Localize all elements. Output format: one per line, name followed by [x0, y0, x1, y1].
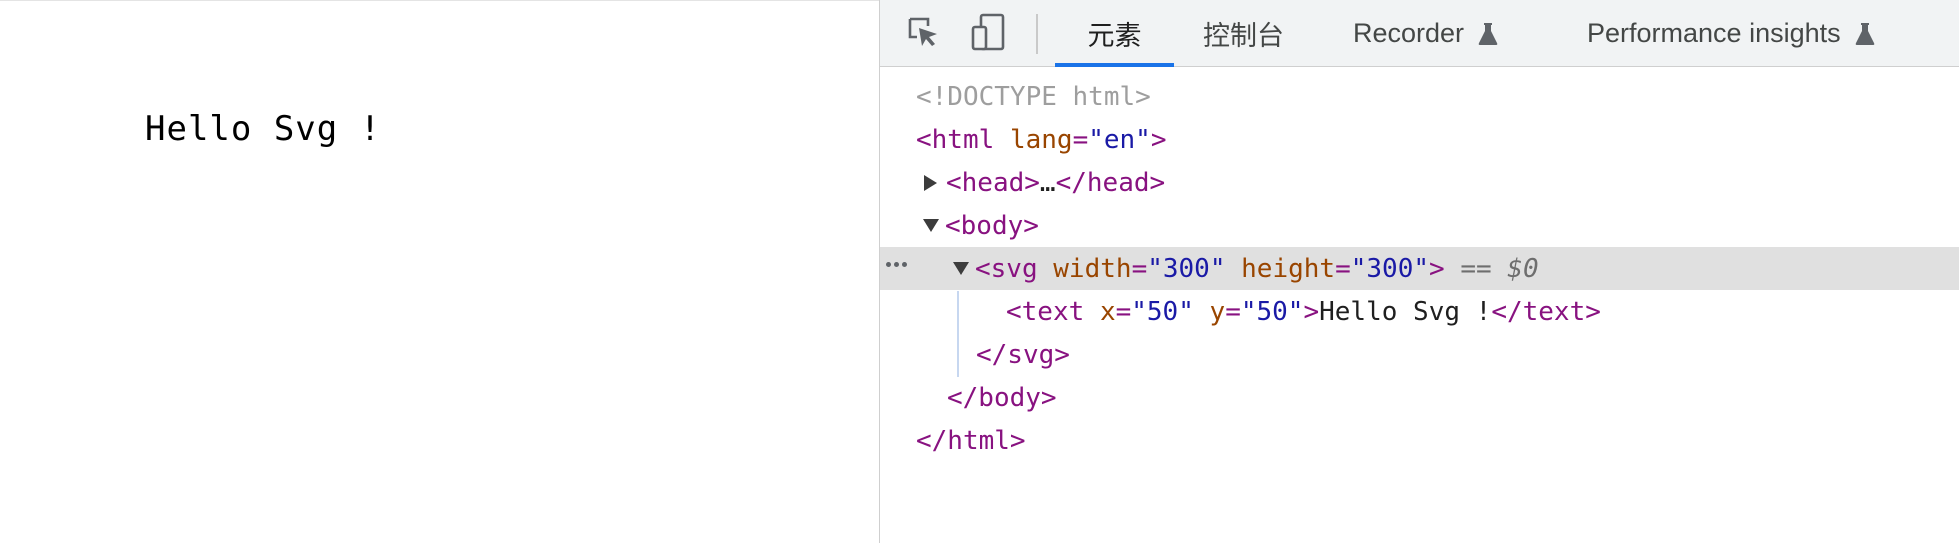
svg-width-value: "300" [1147, 253, 1226, 284]
head-open-tag: <head> [946, 167, 1040, 198]
text-close-tag: </text> [1491, 296, 1601, 327]
equals-sign: = [1072, 124, 1089, 155]
text-open-tag: <text [1006, 296, 1085, 327]
tree-node-doctype[interactable]: <!DOCTYPE html> [880, 75, 1959, 118]
equals-sign: = [1115, 296, 1132, 327]
html-attr-value: "en" [1088, 124, 1151, 155]
head-close-tag: </head> [1055, 167, 1166, 198]
tab-performance-insights[interactable]: Performance insights [1587, 0, 1875, 67]
tab-console-label: 控制台 [1203, 21, 1284, 51]
devtools-toolbar: 元素 控制台 Recorder Performance insights [880, 0, 1959, 67]
inspect-element-button[interactable] [902, 14, 944, 54]
flask-icon [1478, 22, 1498, 46]
equals-sign: = [1131, 253, 1148, 284]
expand-triangle-icon[interactable] [924, 174, 937, 191]
tree-node-text[interactable]: <text x = "50" y = "50" > Hello Svg ! </text> [880, 290, 1959, 333]
device-toolbar-button[interactable] [967, 13, 1009, 55]
html-bracket: > [1150, 124, 1167, 155]
html-attr-name: lang [1009, 124, 1073, 155]
elements-tree: <!DOCTYPE html> <html lang = "en" > <head>…… [880, 67, 1959, 543]
browser-window: Hello Svg ! 元素 控制台 Recorder Performance … [0, 0, 1959, 543]
collapse-triangle-icon[interactable] [923, 219, 939, 232]
head-ellipsis: … [1039, 167, 1056, 198]
flask-icon [1855, 22, 1875, 46]
doctype-text: <!DOCTYPE html> [916, 81, 1151, 112]
tree-node-svg-close[interactable]: </svg> [880, 333, 1959, 376]
html-open-tag: <html [916, 124, 995, 155]
selected-node-marker: == $0 [1460, 253, 1539, 284]
body-close-tag: </body> [947, 382, 1057, 413]
collapse-triangle-icon[interactable] [953, 262, 969, 275]
devtools-panel: 元素 控制台 Recorder Performance insights <!D… [879, 0, 1959, 543]
svg-height-value: "300" [1350, 253, 1430, 284]
text-y-value: "50" [1240, 296, 1304, 327]
text-x-value: "50" [1131, 296, 1194, 327]
tab-elements[interactable]: 元素 [1055, 0, 1174, 67]
tab-elements-label: 元素 [1087, 21, 1142, 51]
svg-width-attr: width [1053, 253, 1132, 284]
tree-node-svg-selected[interactable]: <svg width = "300" height = "300" > == $0 [880, 247, 1959, 290]
equals-sign: = [1335, 253, 1351, 284]
text-x-attr: x [1099, 296, 1116, 327]
tree-node-html-close[interactable]: </html> [880, 419, 1959, 462]
svg-close-tag: </svg> [976, 339, 1070, 370]
more-options-icon[interactable] [886, 262, 907, 267]
tab-performance-insights-label: Performance insights [1587, 18, 1841, 48]
svg-height-attr: height [1241, 253, 1336, 284]
body-open-tag: <body> [945, 210, 1039, 241]
page-viewport: Hello Svg ! [0, 0, 879, 543]
html-close-tag: </html> [916, 425, 1026, 456]
device-toolbar-icon [970, 13, 1006, 55]
toolbar-divider [1036, 14, 1038, 54]
svg-rendered-text: Hello Svg ! [145, 109, 382, 149]
tree-node-html[interactable]: <html lang = "en" > [880, 118, 1959, 161]
text-y-attr: y [1209, 296, 1226, 327]
tree-node-head[interactable]: <head>… </head> [880, 161, 1959, 204]
equals-sign: = [1225, 296, 1241, 327]
indent-guide [957, 291, 959, 377]
text-bracket: > [1303, 296, 1320, 327]
tab-recorder-label: Recorder [1353, 18, 1465, 48]
inspect-element-icon [906, 15, 940, 53]
svg-bracket: > [1429, 253, 1445, 284]
text-node-content: Hello Svg ! [1319, 296, 1492, 327]
svg-open-tag: <svg [975, 253, 1038, 284]
tree-node-body-close[interactable]: </body> [880, 376, 1959, 419]
tree-node-body[interactable]: <body> [880, 204, 1959, 247]
tab-console[interactable]: 控制台 [1203, 0, 1284, 67]
tab-recorder[interactable]: Recorder [1353, 0, 1498, 67]
